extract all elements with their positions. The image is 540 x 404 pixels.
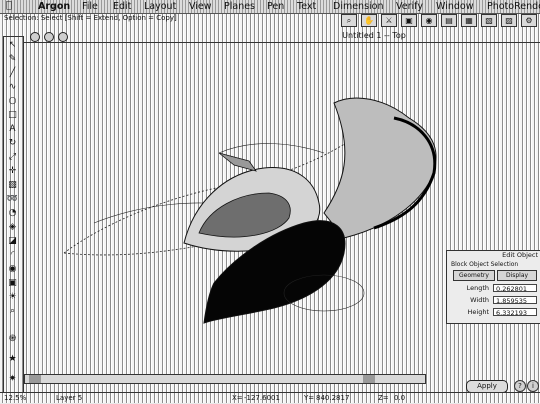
zoom-level[interactable]: 12.5% [4, 393, 26, 404]
extrude-tool-icon[interactable]: ▧ [5, 179, 20, 191]
hand-icon[interactable]: ✋ [361, 14, 377, 27]
scroll-left-arrow[interactable] [29, 375, 41, 383]
tab-display[interactable]: Display [497, 270, 537, 281]
render-icon[interactable]: ◉ [421, 14, 437, 27]
box-tool-icon[interactable]: □ [5, 109, 20, 121]
curve-tool-icon[interactable]: ∿ [5, 81, 20, 93]
loft-tool-icon[interactable]: ◈ [5, 221, 20, 233]
menu-pen[interactable]: Pen [267, 0, 284, 13]
star-tool-icon[interactable]: ★ [5, 353, 20, 365]
field-label-width: Width [470, 296, 489, 304]
sun-tool-icon[interactable]: ✷ [5, 373, 20, 385]
zoom-tool-icon[interactable]: ⌕ [5, 305, 20, 317]
field-input-length[interactable]: 0.262801 [493, 284, 537, 293]
tool-palette: ↖ ✎ ╱ ∿ ○ □ A ↻ ⤢ ✛ ▧ ➿ ◔ ◈ ◪ ◜ ◉ ▣ ☀ ⌕ … [3, 36, 24, 393]
circle-tool-icon[interactable]: ○ [5, 95, 20, 107]
bottom-status-bar: 12.5% Layer 5 X= -127.6001 Y= 840.2817 Z… [0, 392, 540, 404]
light-tool-icon[interactable]: ☀ [5, 291, 20, 303]
move-tool-icon[interactable]: ✛ [5, 165, 20, 177]
camera-tool-icon[interactable]: ▣ [5, 277, 20, 289]
tab-geometry[interactable]: Geometry [453, 270, 495, 281]
field-row-width: Width 1.859535 [447, 295, 540, 305]
x-coord-label: X= [232, 394, 243, 402]
field-input-width[interactable]: 1.859535 [493, 296, 537, 305]
x-coord-value: -127.6001 [244, 394, 280, 402]
info-icon[interactable]: i [527, 380, 539, 392]
menu-bar:  Argon File Edit Layout View Planes Pen… [0, 0, 540, 14]
field-row-length: Length 0.262801 [447, 283, 540, 293]
close-icon[interactable] [30, 32, 40, 42]
pen-tool-icon[interactable]: ✎ [5, 53, 20, 65]
menu-text[interactable]: Text [297, 0, 316, 13]
revolve-tool-icon[interactable]: ◔ [5, 207, 20, 219]
help-icon[interactable]: ? [514, 380, 526, 392]
layer-icon[interactable]: ▤ [441, 14, 457, 27]
light-icon[interactable]: ▧ [481, 14, 497, 27]
minimize-icon[interactable] [44, 32, 54, 42]
walk-icon[interactable]: ⚔ [381, 14, 397, 27]
menu-file[interactable]: File [82, 0, 98, 13]
view-icon[interactable]: ▣ [401, 14, 417, 27]
spiral-tool-icon[interactable]: ֎ [5, 333, 20, 345]
scroll-thumb[interactable] [363, 375, 375, 383]
menu-view[interactable]: View [189, 0, 212, 13]
menu-window[interactable]: Window [436, 0, 473, 13]
menu-verify[interactable]: Verify [396, 0, 423, 13]
panel-title: Edit Object [502, 251, 538, 259]
menu-app-argon[interactable]: Argon [38, 0, 70, 13]
apple-icon[interactable]:  [6, 0, 12, 11]
y-coord-label: Y= [304, 394, 315, 402]
y-coord-value: 840.2817 [316, 394, 350, 402]
render-tool-icon[interactable]: ◉ [5, 263, 20, 275]
rotate-tool-icon[interactable]: ↻ [5, 137, 20, 149]
horizontal-scrollbar[interactable] [24, 374, 426, 384]
top-toolstrip: ⌕ ✋ ⚔ ▣ ◉ ▤ ▦ ▧ ▨ ⚙ [335, 13, 540, 27]
grid-icon[interactable]: ▨ [501, 14, 517, 27]
menu-dimension[interactable]: Dimension [333, 0, 384, 13]
zoom-icon[interactable]: ⌕ [341, 14, 357, 27]
scale-tool-icon[interactable]: ⤢ [5, 151, 20, 163]
menu-edit[interactable]: Edit [113, 0, 131, 13]
field-label-length: Length [466, 284, 489, 292]
zoom-window-icon[interactable] [58, 32, 68, 42]
status-hint: Selection: Select [Shift = Extend, Optio… [4, 14, 177, 22]
field-label-height: Height [467, 308, 490, 316]
fillet-tool-icon[interactable]: ◜ [5, 249, 20, 261]
edit-object-panel: Edit Object Block Object Selection Geome… [446, 250, 540, 324]
window-title-bar: Untitled 1 -- Top [24, 30, 540, 43]
menu-layout[interactable]: Layout [144, 0, 176, 13]
menu-photorender[interactable]: PhotoRender [487, 0, 540, 13]
window-title: Untitled 1 -- Top [342, 31, 406, 40]
camera-icon[interactable]: ▦ [461, 14, 477, 27]
field-input-height[interactable]: 6.332193 [493, 308, 537, 317]
z-coord-label: Z= [378, 394, 389, 402]
sweep-tool-icon[interactable]: ➿ [5, 193, 20, 205]
current-layer[interactable]: Layer 5 [56, 393, 82, 404]
z-coord-value: 0.0 [394, 394, 406, 402]
arrow-tool-icon[interactable]: ↖ [5, 39, 20, 51]
text-tool-icon[interactable]: A [5, 123, 20, 135]
panel-subtitle: Block Object Selection [451, 261, 519, 268]
line-tool-icon[interactable]: ╱ [5, 67, 20, 79]
field-row-height: Height 6.332193 [447, 307, 540, 317]
menu-planes[interactable]: Planes [224, 0, 255, 13]
shell-tool-icon[interactable]: ◪ [5, 235, 20, 247]
settings-icon[interactable]: ⚙ [521, 14, 537, 27]
